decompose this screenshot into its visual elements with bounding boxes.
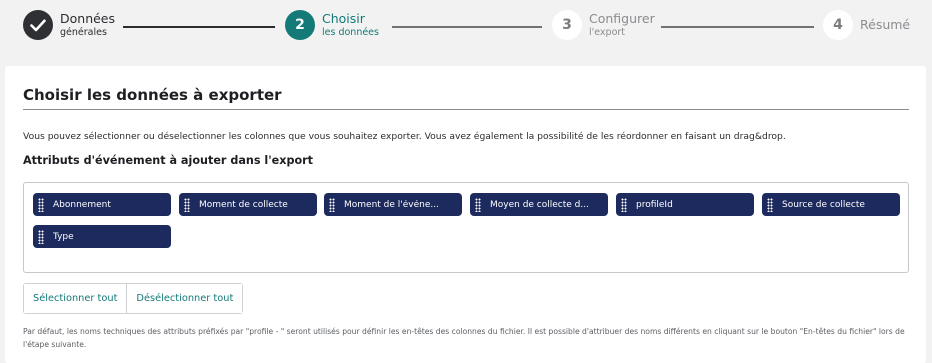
- page-title: Choisir les données à exporter: [23, 86, 282, 104]
- attribute-label: Moyen de collecte d...: [490, 199, 589, 210]
- title-divider: [23, 109, 909, 110]
- step-summary[interactable]: 4 Résumé: [823, 10, 910, 40]
- attribute-chip[interactable]: Abonnement: [33, 193, 171, 216]
- step-connector: [392, 26, 542, 28]
- step-number: 2: [285, 10, 315, 40]
- drag-handle-icon[interactable]: [621, 197, 627, 212]
- drag-handle-icon[interactable]: [475, 197, 481, 212]
- step-connector: [661, 26, 814, 28]
- attribute-chip[interactable]: Source de collecte: [762, 193, 900, 216]
- drag-handle-icon[interactable]: [38, 229, 44, 244]
- step-title: Choisir: [322, 11, 365, 26]
- export-stepper: Données générales 2 Choisir les données …: [0, 0, 932, 58]
- check-icon: [23, 10, 53, 40]
- attribute-label: Source de collecte: [782, 199, 865, 210]
- attribute-label: Moment de l'événe...: [344, 199, 439, 210]
- intro-text: Vous pouvez sélectionner ou déselectionn…: [23, 131, 786, 142]
- step-choose-data[interactable]: 2 Choisir les données: [285, 10, 379, 40]
- step-number: 3: [552, 10, 582, 40]
- drag-handle-icon[interactable]: [767, 197, 773, 212]
- attribute-label: Abonnement: [53, 199, 111, 210]
- section-title: Attributs d'événement à ajouter dans l'e…: [23, 154, 314, 167]
- attribute-label: profileId: [636, 199, 673, 210]
- attribute-label: Moment de collecte: [199, 199, 288, 210]
- drag-handle-icon[interactable]: [184, 197, 190, 212]
- step-number: 4: [823, 10, 853, 40]
- attribute-chip[interactable]: Moyen de collecte d...: [470, 193, 608, 216]
- step-title: Données: [60, 11, 116, 26]
- step-configure[interactable]: 3 Configurer l'export: [552, 10, 655, 40]
- attribute-drop-zone: Abonnement Moment de collecte Moment de …: [23, 182, 909, 273]
- header-names-note: Par défaut, les noms techniques des attr…: [23, 327, 905, 349]
- step-title: Résumé: [860, 16, 911, 32]
- step-subtitle: les données: [322, 26, 379, 38]
- step-general-data[interactable]: Données générales: [23, 10, 115, 40]
- select-all-button[interactable]: Sélectionner tout: [24, 284, 127, 313]
- step-connector: [123, 26, 275, 28]
- attribute-chip[interactable]: Moment de collecte: [179, 193, 317, 216]
- drag-handle-icon[interactable]: [38, 197, 44, 212]
- choose-data-card: Choisir les données à exporter Vous pouv…: [5, 66, 926, 363]
- attribute-label: Type: [53, 231, 74, 242]
- attribute-chip[interactable]: profileId: [616, 193, 754, 216]
- step-subtitle: l'export: [589, 26, 626, 38]
- step-title: Configurer: [589, 11, 655, 26]
- deselect-all-button[interactable]: Désélectionner tout: [126, 284, 243, 313]
- drag-handle-icon[interactable]: [329, 197, 335, 212]
- attribute-chip[interactable]: Moment de l'événe...: [324, 193, 462, 216]
- step-subtitle: générales: [60, 26, 107, 38]
- selection-button-group: Sélectionner tout Désélectionner tout: [23, 283, 244, 314]
- attribute-chip[interactable]: Type: [33, 225, 171, 248]
